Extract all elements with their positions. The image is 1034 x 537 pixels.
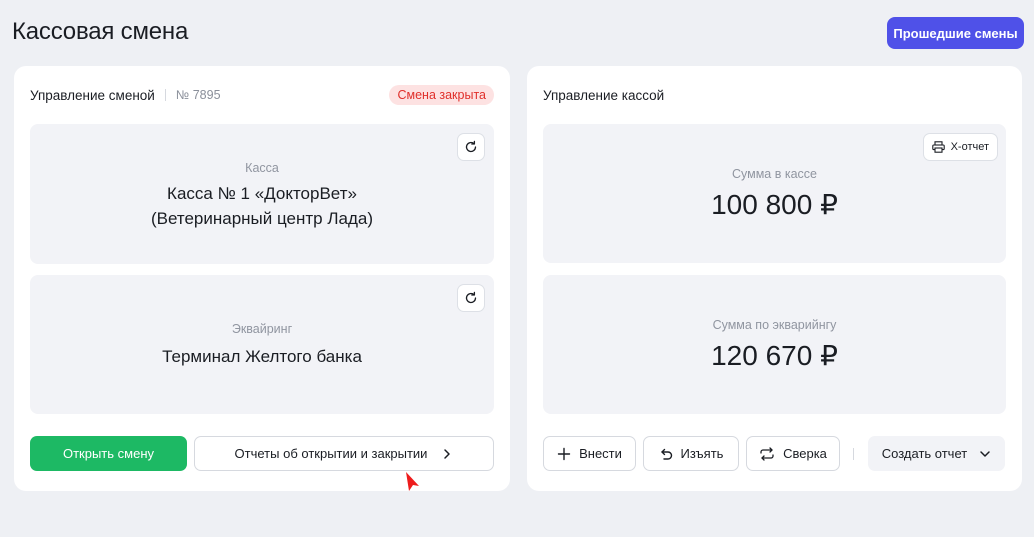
past-shifts-button[interactable]: Прошедшие смены	[887, 17, 1024, 49]
acquiring-caption: Эквайринг	[231, 322, 293, 336]
acquiring-panel: Эквайринг Терминал Желтого банка	[30, 275, 494, 414]
acquiring-terminal: Терминал Желтого банка	[162, 347, 362, 366]
acquiring-sum-panel: Сумма по экварийнгу 120 670 ₽	[543, 275, 1006, 414]
shift-reports-button[interactable]: Отчеты об открытии и закрытии	[194, 436, 494, 471]
create-report-button[interactable]: Создать отчет	[868, 436, 1005, 471]
shift-card-header: Управление сменой № 7895 Смена закрыта	[30, 85, 494, 105]
deposit-button[interactable]: Внести	[543, 436, 636, 471]
plus-icon	[557, 447, 571, 460]
chevron-right-icon	[444, 448, 451, 459]
withdraw-button[interactable]: Изъять	[643, 436, 739, 471]
refresh-icon	[465, 291, 477, 304]
register-panel: Касса Касса № 1 «ДокторВет» (Ветеринарны…	[30, 124, 494, 264]
acquiring-sum-caption: Сумма по экварийнгу	[712, 318, 837, 332]
cash-card-title: Управление кассой	[543, 87, 665, 103]
register-caption: Касса	[245, 161, 279, 175]
deposit-label: Внести	[579, 446, 622, 461]
mouse-cursor-icon	[406, 472, 419, 491]
cash-sum-caption: Сумма в кассе	[731, 167, 817, 181]
status-badge: Смена закрыта	[389, 85, 494, 105]
page-title: Кассовая смена	[12, 18, 189, 45]
undo-icon	[660, 448, 672, 460]
reconcile-button[interactable]: Сверка	[746, 436, 840, 471]
open-shift-label: Открыть смену	[62, 446, 154, 461]
reconcile-label: Сверка	[783, 446, 827, 461]
withdraw-label: Изъять	[680, 446, 724, 461]
header-divider	[164, 89, 166, 101]
refresh-icon	[465, 140, 477, 153]
create-report-label: Создать отчет	[881, 446, 968, 461]
register-name: Касса № 1 «ДокторВет»	[167, 184, 357, 203]
x-report-label: X-отчет	[950, 141, 989, 153]
shift-management-card: Управление сменой № 7895 Смена закрыта К…	[14, 66, 510, 491]
open-shift-button[interactable]: Открыть смену	[30, 436, 187, 471]
refresh-register-button[interactable]	[457, 133, 485, 161]
chevron-down-icon	[980, 450, 990, 457]
shift-reports-label: Отчеты об открытии и закрытии	[234, 446, 428, 461]
printer-icon	[931, 141, 945, 153]
shift-card-title: Управление сменой	[30, 87, 155, 103]
register-location: (Ветеринарный центр Лада)	[150, 209, 373, 228]
shift-number: № 7895	[175, 88, 221, 102]
sync-icon	[760, 446, 774, 461]
refresh-acquiring-button[interactable]	[457, 284, 485, 312]
x-report-button[interactable]: X-отчет	[922, 133, 998, 161]
cash-sum-value: 100 800 ₽	[711, 189, 838, 220]
cash-management-card: Управление кассой X-отчет Сумма в кассе …	[527, 66, 1022, 491]
cash-card-header: Управление кассой	[543, 85, 1006, 105]
cash-sum-panel: X-отчет Сумма в кассе 100 800 ₽	[543, 124, 1006, 263]
button-divider	[853, 448, 854, 460]
acquiring-sum-value: 120 670 ₽	[711, 340, 838, 371]
